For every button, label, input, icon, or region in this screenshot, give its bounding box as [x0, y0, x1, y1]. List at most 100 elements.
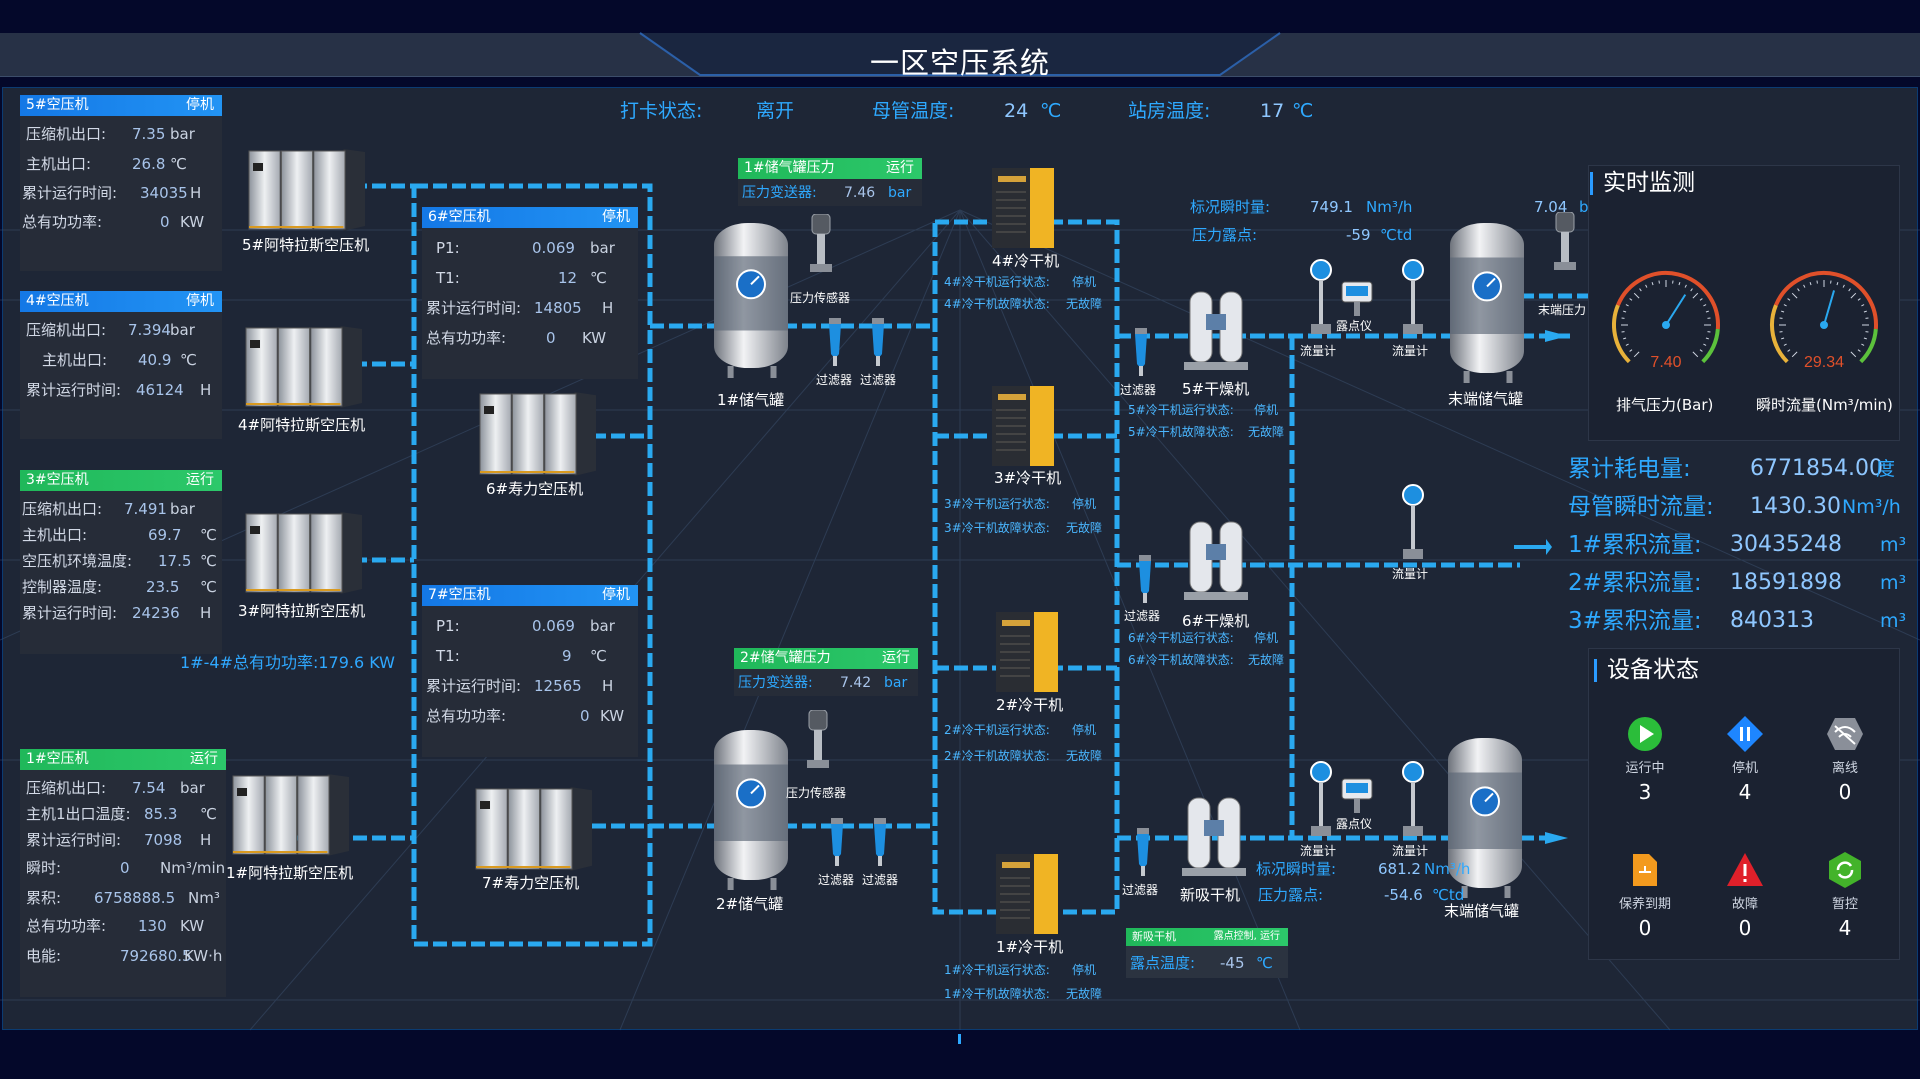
tank-2-pressure-panel[interactable]: 2#储气罐压力 运行 压力变送器: 7.42 bar [734, 648, 918, 696]
total-power-1-4: 1#-4#总有功功率:179.6 KW [180, 653, 395, 672]
metric-unit: ℃ [590, 269, 607, 287]
summary-value: 18591898 [1730, 570, 1842, 595]
tank-2-transmitter-label: 压力变送器: [738, 675, 813, 691]
cooler-fault-value: 无故障 [1066, 987, 1103, 1001]
filter-5[interactable] [1134, 828, 1152, 878]
compressor-7-image[interactable] [472, 783, 592, 873]
tank-2-image[interactable] [712, 722, 790, 892]
cooler-fault-value: 无故障 [1066, 297, 1103, 311]
filter-1a[interactable] [826, 318, 844, 368]
summary-unit: m³ [1880, 572, 1907, 594]
dewpoint-meter-bottom-label: 露点仪 [1336, 817, 1373, 831]
compressor-3-image[interactable] [242, 508, 362, 596]
document-icon[interactable] [1625, 850, 1665, 890]
pressure-sensor-2[interactable] [803, 710, 833, 770]
flowmeter-bottom-2[interactable] [1400, 760, 1426, 840]
dewpoint-temp-unit: ℃ [1256, 954, 1273, 972]
compressor-5-status: 停机 [186, 97, 214, 113]
tank-1-pressure-panel[interactable]: 1#储气罐压力 运行 压力变送器: 7.46 bar [738, 158, 922, 206]
dryer-name: 6#干燥机 [1182, 612, 1250, 630]
pressure-sensor-1[interactable] [806, 214, 836, 274]
dryer-3-image[interactable] [1178, 790, 1250, 880]
device-status-label: 运行中 [1625, 761, 1665, 776]
gauge-band [1770, 304, 1789, 364]
compressor-3-panel[interactable]: 3#空压机 运行 压缩机出口: 7.491 bar 主机出口: 69.7 ℃ 空压机环境温度: 1… [20, 470, 222, 654]
checkin-value: 离开 [756, 100, 795, 122]
tank-1-image[interactable] [712, 215, 790, 380]
dryer-2-image[interactable] [1180, 514, 1252, 604]
gauge-tick [1639, 288, 1642, 292]
metric-value: 23.5 [146, 578, 180, 596]
gauge-hub [1662, 321, 1670, 329]
cooler-dryer-4-image[interactable] [990, 166, 1056, 250]
compressor-4-title: 4#空压机 [26, 293, 89, 309]
cooler-dryer-1-image[interactable] [994, 852, 1060, 936]
compressor-1-image[interactable] [229, 770, 349, 858]
filter-2a[interactable] [828, 818, 846, 868]
dryer-fault-label: 6#冷干机故障状态: [1128, 653, 1234, 667]
cooler-dryer-name: 1#冷干机 [996, 938, 1064, 956]
end-pressure-sensor[interactable] [1550, 212, 1580, 272]
flowmeter-top-1[interactable] [1308, 258, 1334, 338]
compressor-6-image[interactable] [476, 388, 596, 478]
dewpoint-temp-value: -45 [1220, 954, 1245, 972]
compressor-5-panel[interactable]: 5#空压机 停机 压缩机出口: 7.35 bar 主机出口: 26.8 ℃ 累计运行时间: 340… [20, 95, 222, 271]
gauge-tick [1645, 284, 1648, 288]
compressor-4-image[interactable] [242, 322, 362, 410]
gauge-needle [1823, 290, 1836, 326]
metric-unit: KW [600, 707, 625, 725]
metric-unit: ℃ [170, 155, 187, 173]
flowmeter-top-2[interactable] [1400, 258, 1426, 338]
gauge-tick [1861, 343, 1865, 346]
compressor-1-panel[interactable]: 1#空压机 运行 压缩机出口: 7.54 bar 主机1出口温度: 85.3 ℃ 累计运行时间:… [20, 749, 226, 997]
compressor-7-panel[interactable]: 7#空压机 停机 P1: 0.069 bar T1: 9 ℃ 累计运行时间: 12565 H 总有功功… [422, 585, 638, 757]
metric-label: 总有功功率: [22, 213, 103, 231]
dewpoint-meter-top[interactable] [1340, 280, 1374, 320]
flowmeter-top-2-label: 流量计 [1392, 344, 1429, 358]
dryer-1-image[interactable] [1180, 284, 1252, 374]
dryer-run-label: 5#冷干机运行状态: [1128, 403, 1234, 417]
metric-value: 7.54 [132, 779, 166, 797]
summary-unit: Nm³/h [1842, 496, 1901, 518]
gauge-value: 29.34 [1804, 354, 1844, 371]
compressor-4-panel[interactable]: 4#空压机 停机 压缩机出口: 7.394 bar 主机出口: 40.9 ℃ 累计运行时间: 46… [20, 291, 222, 439]
flowmeter-mid-label: 流量计 [1392, 567, 1429, 581]
metric-unit: bar [170, 500, 195, 518]
pause-icon[interactable] [1725, 714, 1765, 754]
flowmeter-bottom-1[interactable] [1308, 760, 1334, 840]
compressor-6-panel[interactable]: 6#空压机 停机 P1: 0.069 bar T1: 12 ℃ 累计运行时间: 14805 H 总有功… [422, 207, 638, 379]
compressor-4-label: 4#阿特拉斯空压机 [238, 416, 366, 434]
filter-1b[interactable] [869, 318, 887, 368]
cooler-dryer-3-image[interactable] [990, 384, 1056, 468]
filter-4[interactable] [1136, 555, 1154, 605]
metric-value: 7.35 [132, 125, 166, 143]
device-status-title: 设备状态 [1594, 659, 1699, 682]
metric-unit: bar [590, 239, 615, 257]
metric-label: 总有功功率: [426, 329, 507, 347]
tank-1-panel-title: 1#储气罐压力 [744, 160, 835, 176]
metric-label: 电能: [26, 947, 62, 965]
filter-3[interactable] [1132, 328, 1150, 378]
new-dryer-panel[interactable]: 新吸干机 露点控制, 运行 露点温度: -45 ℃ [1126, 928, 1288, 978]
filter-2b[interactable] [871, 818, 889, 868]
metric-unit: ℃ [200, 805, 217, 823]
end-tank-top-image[interactable] [1448, 215, 1526, 385]
dashboard: 一区空压系统 打卡状态: 离开 母管温度: 24 ℃ 站房温度: 17 ℃ 5#… [0, 0, 1920, 1079]
play-icon[interactable] [1625, 714, 1665, 754]
bottom-flow-label: 标况瞬时量: [1256, 860, 1337, 878]
metric-unit: bar [180, 779, 205, 797]
gauge-tick [1633, 351, 1640, 358]
flowmeter-mid[interactable] [1400, 483, 1426, 563]
room-temp-value: 17 [1260, 100, 1285, 122]
refresh-icon[interactable] [1825, 850, 1865, 890]
end-pressure-label: 末端压力 [1538, 303, 1587, 317]
metric-value: 17.5 [158, 552, 192, 570]
bottom-dew-label: 压力露点: [1258, 886, 1324, 904]
compressor-5-image[interactable] [245, 145, 365, 233]
wifi-off-icon[interactable] [1825, 714, 1865, 754]
dewpoint-meter-bottom[interactable] [1340, 777, 1374, 817]
warning-icon[interactable] [1725, 850, 1765, 890]
cooler-dryer-2-image[interactable] [994, 610, 1060, 694]
compressor-7-status: 停机 [602, 587, 630, 603]
metric-unit: KW [180, 213, 205, 231]
